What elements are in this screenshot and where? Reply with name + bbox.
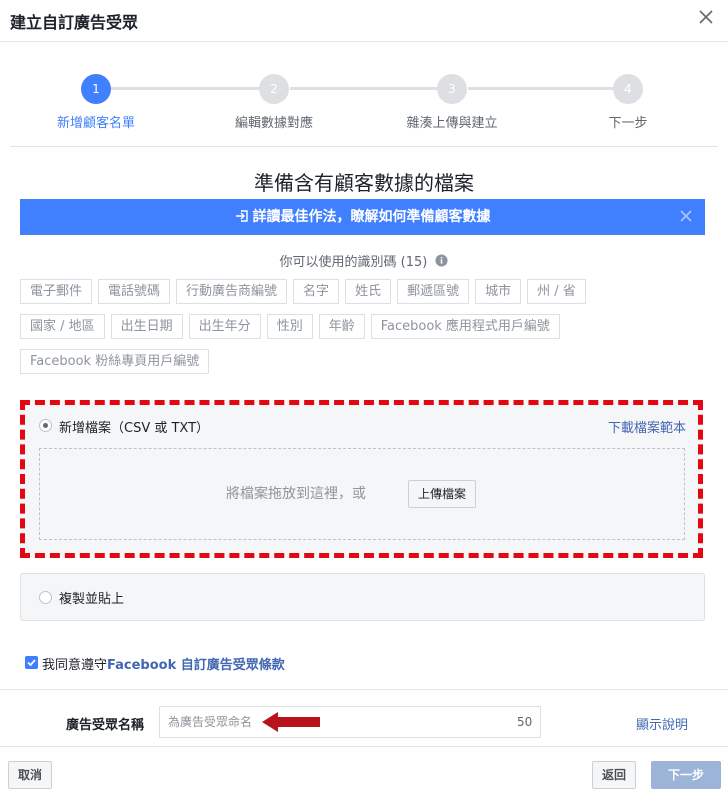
section-heading: 準備含有顧客數據的檔案 — [254, 171, 474, 195]
terms-text: 我同意遵守Facebook 自訂廣告受眾條款 — [42, 654, 285, 673]
identifier-chips: 電子郵件 電話號碼 行動廣告商編號 名字 姓氏 郵遞區號 城市州 / 省國家 / 地區 出生日… — [20, 279, 710, 384]
identifier-chip: 電話號碼 — [98, 279, 171, 304]
dialog-footer: 取消 返回 下一步 — [0, 746, 728, 802]
stepper-divider — [10, 146, 718, 147]
step-1-indicator: 1 — [81, 74, 111, 104]
banner-text: 詳讀最佳作法，瞭解如何準備顧客數據 — [252, 209, 491, 225]
copy-paste-radio[interactable] — [39, 591, 52, 604]
identifier-chip: 行動廣告商編號 — [176, 279, 288, 304]
identifiers-title: 你可以使用的識別碼 (15) — [0, 251, 728, 270]
show-help-link[interactable]: 顯示說明 — [636, 714, 688, 733]
step-4-label: 下一步 — [608, 116, 648, 131]
identifier-chip: 出生年分 — [188, 314, 261, 339]
step-3-indicator: 3 — [437, 74, 467, 104]
audience-name-input[interactable] — [159, 706, 541, 738]
progress-stepper: 1 2 3 4 新增顧客名單 編輯數據對應 雜湊上傳與建立 下一步 — [0, 60, 728, 140]
dialog-header: 建立自訂廣告受眾 — [0, 0, 728, 42]
banner-close-icon[interactable] — [679, 209, 693, 223]
step-4-indicator: 4 — [613, 74, 643, 104]
identifier-chip: 年齡 — [318, 314, 365, 339]
terms-prefix: 我同意遵守 — [42, 658, 108, 673]
sign-in-icon — [235, 210, 248, 222]
form-divider — [0, 689, 728, 690]
terms-link[interactable]: Facebook 自訂廣告受眾條款 — [107, 658, 285, 673]
back-button[interactable]: 返回 — [592, 761, 637, 789]
step-connector — [110, 87, 260, 90]
dialog-title: 建立自訂廣告受眾 — [10, 13, 139, 32]
step-2-label: 編輯數據對應 — [234, 116, 313, 131]
info-icon[interactable] — [435, 254, 449, 267]
identifier-chip: 城市 — [475, 279, 522, 304]
upload-file-option[interactable]: 新增檔案（CSV 或 TXT） 下載檔案範本 將檔案拖放到這裡，或 上傳檔案 — [20, 400, 703, 558]
close-icon[interactable] — [696, 7, 716, 27]
identifier-chip: Facebook 粉絲專頁用戶編號 — [20, 349, 210, 374]
step-connector — [468, 87, 614, 90]
identifier-chip: 電子郵件 — [20, 279, 93, 304]
identifier-chip: Facebook 應用程式用戶編號 — [370, 314, 560, 339]
upload-option-label: 新增檔案（CSV 或 TXT） — [59, 421, 210, 436]
character-counter: 50 — [517, 715, 533, 729]
best-practices-banner[interactable]: 詳讀最佳作法，瞭解如何準備顧客數據 — [20, 199, 705, 235]
identifier-chip: 郵遞區號 — [397, 279, 470, 304]
upload-radio[interactable] — [39, 419, 52, 432]
step-1-label: 新增顧客名單 — [56, 116, 135, 131]
identifier-chip: 州 / 省 — [527, 279, 586, 304]
download-template-link[interactable]: 下載檔案範本 — [608, 417, 686, 436]
file-drop-zone[interactable]: 將檔案拖放到這裡，或 上傳檔案 — [39, 448, 685, 540]
banner-content: 詳讀最佳作法，瞭解如何準備顧客數據 — [20, 199, 705, 235]
identifier-chip: 國家 / 地區 — [20, 314, 105, 339]
identifiers-title-text: 你可以使用的識別碼 (15) — [279, 255, 428, 270]
identifier-chip: 名字 — [293, 279, 340, 304]
audience-name-label: 廣告受眾名稱 — [66, 718, 145, 733]
copy-paste-label: 複製並貼上 — [59, 592, 125, 607]
arrow-annotation — [262, 712, 320, 732]
next-button[interactable]: 下一步 — [651, 761, 721, 789]
copy-paste-option[interactable]: 複製並貼上 — [20, 573, 705, 621]
identifier-chip: 出生日期 — [110, 314, 183, 339]
step-3-label: 雜湊上傳與建立 — [406, 116, 498, 131]
identifier-chip: 姓氏 — [345, 279, 392, 304]
step-connector — [290, 87, 438, 90]
drop-zone-text: 將檔案拖放到這裡，或 — [226, 486, 366, 502]
identifier-chip: 性別 — [266, 314, 313, 339]
cancel-button[interactable]: 取消 — [8, 761, 53, 789]
step-2-indicator: 2 — [259, 74, 289, 104]
terms-checkbox[interactable] — [25, 656, 38, 669]
upload-file-button[interactable]: 上傳檔案 — [408, 480, 477, 508]
